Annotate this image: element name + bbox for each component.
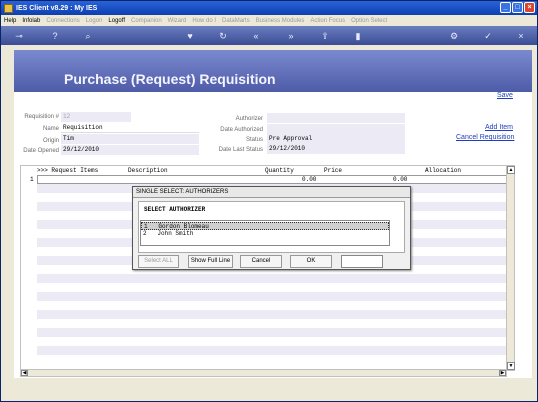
authorizer-select-dialog: SINGLE SELECT: AUTHORIZERS SELECT AUTHOR…: [132, 186, 411, 270]
name-label: Name: [42, 126, 59, 132]
date-opened-field[interactable]: 29/12/2010: [61, 145, 199, 155]
list-item[interactable]: 2 John Smith: [141, 230, 389, 238]
refresh-icon[interactable]: ↻: [217, 30, 229, 42]
cancel-button[interactable]: Cancel: [240, 255, 282, 268]
table-row[interactable]: [37, 274, 507, 283]
origin-field[interactable]: Tim: [61, 134, 199, 144]
menu-wizard[interactable]: Wizard: [168, 18, 187, 24]
date-authorized-label: Date Authorized: [220, 127, 263, 133]
heart-icon[interactable]: ♥: [184, 30, 196, 42]
date-authorized-field[interactable]: [267, 124, 405, 134]
page-title: Purchase (Request) Requisition: [64, 71, 276, 87]
save-link[interactable]: Save: [497, 92, 513, 99]
key-icon[interactable]: ⊸: [11, 30, 27, 42]
vertical-scrollbar[interactable]: ▲ ▼: [506, 166, 515, 370]
table-row[interactable]: [37, 292, 507, 301]
origin-label: Origin: [42, 138, 59, 144]
ok-button[interactable]: OK: [290, 255, 332, 268]
row-number: 1: [30, 176, 34, 183]
forward-icon[interactable]: »: [285, 30, 297, 42]
authorizer-list[interactable]: 1 Gordon Blomeau 2 John Smith: [140, 220, 390, 246]
table-row[interactable]: [37, 337, 507, 346]
scroll-up-icon[interactable]: ▲: [507, 166, 515, 174]
grid-header: >>> Request Items Description Quantity P…: [21, 166, 507, 175]
dialog-input[interactable]: [341, 255, 383, 268]
table-row[interactable]: [37, 301, 507, 310]
scroll-down-icon[interactable]: ▼: [507, 362, 515, 370]
authorizer-field[interactable]: [267, 113, 405, 123]
menu-logon[interactable]: Logon: [86, 18, 103, 24]
cancel-requisition-link[interactable]: Cancel Requisition: [456, 134, 514, 141]
date-last-status-label: Date Last Status: [218, 147, 263, 153]
menu-how-do-i[interactable]: How do I: [192, 18, 216, 24]
col-quantity[interactable]: Quantity: [265, 167, 294, 174]
export-icon[interactable]: ⇪: [319, 30, 331, 42]
table-row[interactable]: [37, 310, 507, 319]
window-title: IES Client v8.29 : My IES: [16, 4, 98, 12]
date-opened-label: Date Opened: [23, 148, 59, 154]
requisition-no-field[interactable]: 12: [61, 112, 131, 122]
menu-datamarts[interactable]: DataMarts: [222, 18, 250, 24]
row-quantity: 0.00: [302, 176, 317, 183]
app-icon: [4, 3, 13, 13]
settings-icon[interactable]: ⚙: [448, 30, 460, 42]
toolbar: ⊸ ? ⌕ ♥ ↻ « » ⇪ ▮ ⚙ ✓ ×: [1, 26, 537, 45]
table-row[interactable]: [37, 346, 507, 355]
menu-bar: Help Infolab Connections Logon Logoff Co…: [1, 15, 537, 26]
check-icon[interactable]: ✓: [482, 30, 494, 42]
requisition-no-label: Requisition #: [24, 114, 59, 120]
menu-infolab[interactable]: Infolab: [22, 18, 40, 24]
menu-connections[interactable]: Connections: [46, 18, 79, 24]
scroll-left-icon[interactable]: ◀: [21, 370, 28, 376]
col-price[interactable]: Price: [324, 167, 342, 174]
menu-logoff[interactable]: Logoff: [108, 18, 125, 24]
minimize-button[interactable]: _: [500, 2, 511, 13]
page-header: Purchase (Request) Requisition: [14, 50, 532, 92]
dialog-heading: SELECT AUTHORIZER: [144, 206, 206, 213]
menu-option-select[interactable]: Option Select: [351, 18, 387, 24]
authorizer-label: Authorizer: [235, 116, 263, 122]
document-icon[interactable]: ▮: [352, 30, 364, 42]
menu-business-modules[interactable]: Business Modules: [256, 18, 305, 24]
table-row[interactable]: [37, 355, 507, 364]
help-icon[interactable]: ?: [49, 30, 61, 42]
add-item-link[interactable]: Add Item: [485, 124, 513, 131]
select-all-button[interactable]: Select ALL: [138, 255, 179, 268]
list-item[interactable]: 1 Gordon Blomeau: [141, 222, 389, 230]
date-last-status-field[interactable]: 29/12/2010: [267, 144, 405, 154]
search-icon[interactable]: ⌕: [82, 30, 94, 42]
menu-action-focus[interactable]: Action Focus: [310, 18, 345, 24]
name-field[interactable]: Requisition: [61, 123, 199, 133]
menu-help[interactable]: Help: [4, 18, 16, 24]
dialog-title: SINGLE SELECT: AUTHORIZERS: [133, 187, 410, 198]
col-allocation[interactable]: Allocation: [425, 167, 461, 174]
menu-companion[interactable]: Companion: [131, 18, 162, 24]
col-description[interactable]: Description: [128, 167, 168, 174]
col-request-items[interactable]: >>> Request Items: [37, 167, 98, 174]
dialog-body: SELECT AUTHORIZER 1 Gordon Blomeau 2 Joh…: [138, 201, 405, 253]
cancel-icon[interactable]: ×: [515, 30, 527, 42]
maximize-button[interactable]: □: [512, 2, 523, 13]
scroll-right-icon[interactable]: ▶: [499, 370, 506, 376]
close-button[interactable]: ×: [524, 2, 535, 13]
table-row[interactable]: 1 0.00 0.00: [21, 175, 507, 184]
table-row[interactable]: [37, 328, 507, 337]
table-row[interactable]: [37, 283, 507, 292]
show-full-line-button[interactable]: Show Full Line: [188, 255, 233, 268]
app-window: IES Client v8.29 : My IES _ □ × Help Inf…: [0, 0, 538, 402]
title-bar: IES Client v8.29 : My IES _ □ ×: [1, 1, 537, 15]
rewind-icon[interactable]: «: [250, 30, 262, 42]
table-row[interactable]: [37, 319, 507, 328]
row-price: 0.00: [393, 176, 408, 183]
status-label: Status: [245, 137, 263, 143]
status-field[interactable]: Pre Approval: [267, 134, 405, 144]
horizontal-scrollbar[interactable]: ◀ ▶: [20, 369, 507, 377]
